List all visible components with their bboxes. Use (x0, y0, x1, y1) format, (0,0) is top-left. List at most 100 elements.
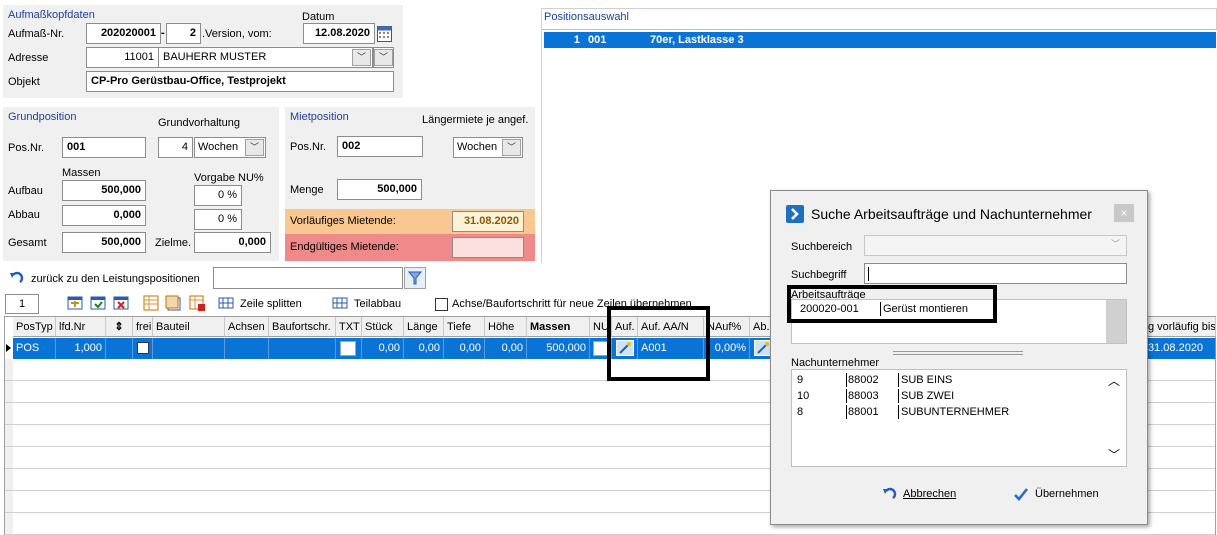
col-header-vorlaeufig-bis[interactable]: g vorläufig bis (1145, 317, 1216, 337)
close-icon[interactable]: × (1114, 204, 1134, 222)
nu-divider (898, 405, 899, 419)
col-header-naufpct[interactable]: NAuf% (704, 317, 750, 337)
cell-txt[interactable] (336, 338, 362, 359)
document-icon[interactable] (340, 341, 356, 356)
col-header-hoehe[interactable]: Höhe (485, 317, 527, 337)
cell-achsen[interactable] (225, 338, 269, 359)
table-orange-icon[interactable] (143, 295, 159, 311)
version-field[interactable]: 2 (166, 23, 201, 44)
miet-unit-select[interactable]: Wochen ﹀ (453, 137, 523, 158)
cell-massen[interactable]: 500,000 (527, 338, 590, 359)
achse-checkbox[interactable] (435, 298, 448, 311)
copy-row-icon[interactable] (90, 295, 106, 311)
cell-tiefe[interactable]: 0,00 (444, 338, 485, 359)
vorlaeufig-field[interactable]: 31.08.2020 (452, 211, 524, 232)
col-header-lfdnr[interactable]: lfd.Nr (56, 317, 106, 337)
cell-postyp[interactable]: POS (13, 338, 56, 359)
cell-vorlaeufig-bis[interactable]: 31.08.2020 (1145, 338, 1216, 359)
teilabbau-button[interactable]: Teilabbau (354, 298, 401, 310)
vorlaeufig-label: Vorläufiges Mietende: (290, 215, 396, 227)
insert-row-icon[interactable] (67, 295, 83, 311)
cell-lock[interactable] (106, 338, 133, 359)
zeile-splitten-button[interactable]: Zeile splitten (240, 298, 302, 310)
uebernehmen-button[interactable]: Übernehmen (1035, 488, 1099, 500)
checkmark-icon[interactable] (1013, 486, 1029, 502)
menge-field[interactable]: 500,000 (337, 179, 422, 200)
col-header-baufortschr[interactable]: Baufortschr. (269, 317, 336, 337)
col-header-massen[interactable]: Massen (527, 317, 590, 337)
col-header-lock[interactable]: ⇕ (106, 317, 133, 337)
aufmass-nr-field[interactable]: 202020001 (86, 23, 161, 44)
col-header-txt[interactable]: TXT (336, 317, 362, 337)
aufbau-pct-field[interactable]: 0 % (194, 185, 242, 206)
nachunternehmer-list[interactable]: 9 88002 SUB EINS 10 88003 SUB ZWEI 8 880… (791, 369, 1127, 467)
col-header-achsen[interactable]: Achsen (225, 317, 269, 337)
filter-icon[interactable] (404, 267, 426, 289)
undo-arrow-icon[interactable] (881, 486, 897, 502)
vorhaltung-unit-select[interactable]: Wochen ﹀ (194, 137, 266, 158)
splitter-handle[interactable] (893, 351, 1023, 355)
vorhaltung-value-field[interactable]: 4 (158, 137, 193, 158)
chevron-down-icon[interactable]: ﹀ (352, 49, 371, 66)
abbrechen-button[interactable]: Abbrechen (903, 488, 956, 500)
chevron-up-icon[interactable]: ︿ (1108, 372, 1120, 389)
table-copy-icon[interactable] (165, 295, 181, 311)
endgueltig-row: Endgültiges Mietende: (285, 234, 535, 261)
col-header-frei[interactable]: frei (133, 317, 153, 337)
back-arrow-icon[interactable] (8, 270, 24, 286)
zurueck-link[interactable]: zurück zu den Leistungspositionen (31, 273, 200, 285)
suchbereich-select[interactable]: ﹀ (864, 235, 1127, 256)
aufbau-field[interactable]: 500,000 (62, 180, 146, 201)
chevron-down-icon[interactable]: ﹀ (1106, 237, 1125, 254)
col-header-postyp[interactable]: PosTyp (13, 317, 56, 337)
abbau-pct-field[interactable]: 0 % (194, 209, 242, 230)
list-item-num: 1 (573, 34, 580, 46)
filter-search-input[interactable] (213, 267, 403, 289)
endgueltig-field[interactable] (452, 237, 524, 258)
col-header-laenge[interactable]: Länge (404, 317, 444, 337)
frei-checkbox[interactable] (137, 342, 149, 354)
cell-lfdnr[interactable]: 1,000 (56, 338, 106, 359)
objekt-field[interactable]: CP-Pro Gerüstbau-Office, Testprojekt (86, 71, 394, 92)
col-header-bauteil[interactable]: Bauteil (153, 317, 225, 337)
list-item[interactable]: 9 88002 SUB EINS (792, 372, 1102, 388)
cell-bauteil[interactable] (153, 338, 225, 359)
zielme-field[interactable]: 0,000 (194, 232, 271, 253)
adresse-nr-field[interactable]: 11001 (86, 47, 159, 68)
adresse-name-field[interactable]: BAUHERR MUSTER ﹀ (158, 47, 373, 68)
aufmass-nr-label: Aufmaß-Nr. (8, 28, 65, 40)
abbau-field[interactable]: 0,000 (62, 205, 146, 226)
miet-posnr-field[interactable]: 002 (337, 136, 423, 157)
chevron-down-icon[interactable]: ﹀ (502, 139, 521, 156)
calendar-icon[interactable] (377, 25, 392, 42)
teilabbau-icon[interactable] (332, 295, 348, 311)
list-item[interactable]: 8 88001 SUBUNTERNEHMER (792, 404, 1102, 420)
cell-stueck[interactable]: 0,00 (362, 338, 404, 359)
suchbegriff-input[interactable] (864, 263, 1127, 284)
document-icon[interactable] (593, 341, 608, 356)
col-header-tiefe[interactable]: Tiefe (444, 317, 485, 337)
cell-laenge[interactable]: 0,00 (404, 338, 444, 359)
list-item[interactable]: 1 001 70er, Lastklasse 3 (544, 32, 1216, 48)
grund-posnr-field[interactable]: 001 (62, 137, 146, 158)
col-header-stueck[interactable]: Stück (362, 317, 404, 337)
dialog-title-bar[interactable]: Suche Arbeitsaufträge und Nachunternehme… (771, 191, 1147, 237)
adresse-dropdown-button[interactable]: ﹀ (373, 47, 394, 68)
cell-hoehe[interactable]: 0,00 (485, 338, 527, 359)
auftraege-scrollbar[interactable] (1106, 300, 1126, 343)
miet-posnr-label: Pos.Nr. (290, 141, 327, 153)
gesamt-field[interactable]: 500,000 (62, 232, 146, 253)
chevron-down-icon[interactable]: ﹀ (374, 49, 393, 66)
cell-baufortschr[interactable] (269, 338, 336, 359)
cell-frei[interactable] (133, 338, 153, 359)
zeile-splitten-icon[interactable] (218, 295, 234, 311)
chevron-down-icon[interactable]: ﹀ (245, 139, 264, 156)
delete-row-icon[interactable] (113, 295, 129, 311)
chevron-down-icon[interactable]: ﹀ (1108, 446, 1120, 463)
search-dialog: Suche Arbeitsaufträge und Nachunternehme… (770, 190, 1148, 525)
list-item[interactable]: 10 88003 SUB ZWEI (792, 388, 1102, 404)
cell-naufpct[interactable]: 0,00% (704, 338, 750, 359)
row-counter-field[interactable]: 1 (5, 294, 39, 314)
datum-field[interactable]: 12.08.2020 (303, 23, 375, 44)
table-delete-icon[interactable] (189, 295, 205, 311)
